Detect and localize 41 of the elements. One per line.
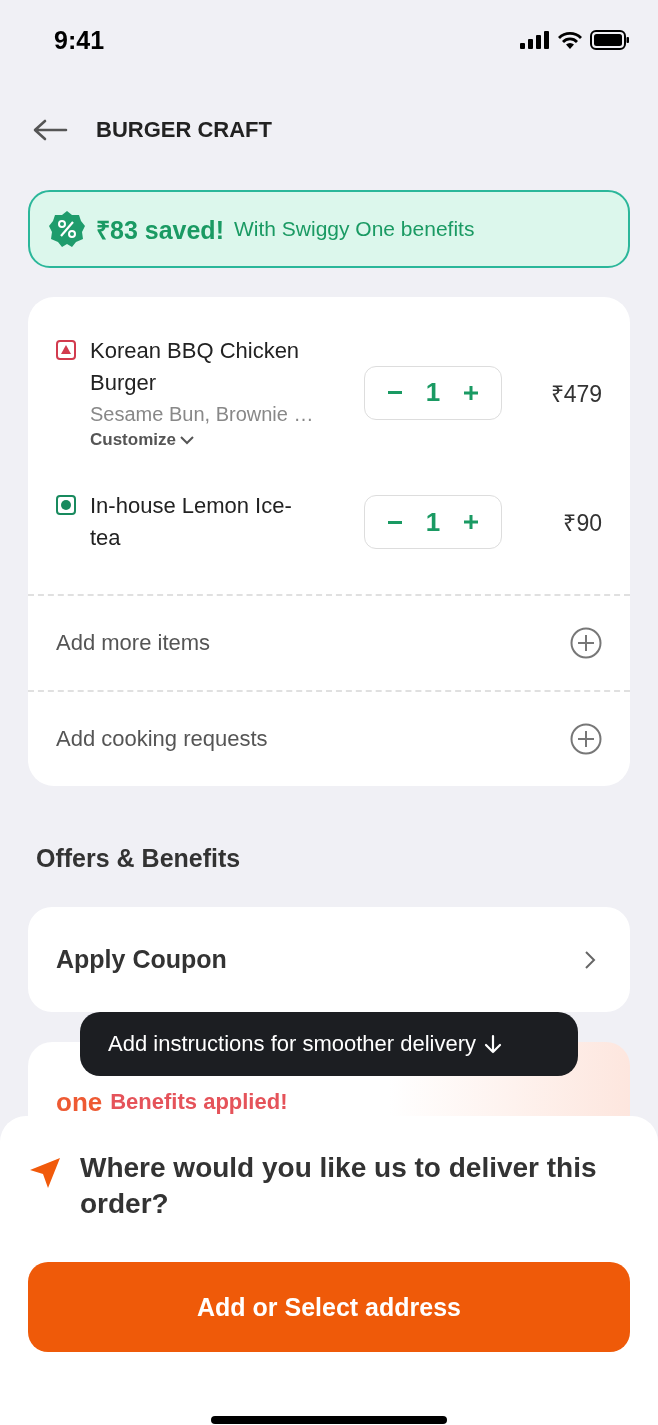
action-label: Add cooking requests: [56, 726, 268, 752]
location-arrow-icon: [28, 1156, 62, 1190]
discount-badge-icon: [48, 210, 86, 248]
status-time: 9:41: [54, 25, 105, 55]
item-price: ₹479: [549, 379, 602, 409]
restaurant-title: BURGER CRAFT: [96, 117, 272, 143]
cart-action-row[interactable]: Add cooking requests: [28, 690, 630, 786]
item-name: Korean BBQ Chicken Burger: [90, 337, 301, 397]
quantity-value: 1: [425, 377, 441, 408]
signal-icon: [520, 31, 550, 49]
customize-button[interactable]: Customize: [90, 430, 195, 450]
savings-amount: ₹83 saved!: [96, 215, 224, 246]
non-veg-icon: [56, 340, 76, 360]
quantity-value: 1: [425, 506, 441, 538]
savings-text: With Swiggy One benefits: [233, 217, 475, 241]
wifi-icon: [558, 31, 582, 49]
back-arrow-icon[interactable]: [32, 118, 68, 142]
plus-icon: [463, 384, 480, 401]
minus-icon: [386, 520, 403, 524]
action-label: Add more items: [56, 630, 211, 656]
veg-icon: [56, 495, 76, 515]
benefits-text: Benefits applied!: [110, 1090, 288, 1114]
arrow-down-icon: [484, 1034, 503, 1054]
one-logo: one: [56, 1090, 103, 1114]
item-price: ₹90: [562, 509, 602, 538]
tooltip-text: Add instructions for smoother delivery: [108, 1031, 477, 1057]
delivery-question: Where would you like us to deliver this order?: [80, 1151, 598, 1221]
item-name: In-house Lemon Ice-tea: [90, 492, 293, 552]
chevron-down-icon: [178, 435, 195, 445]
add-circle-icon: [570, 723, 602, 755]
chevron-right-icon: [584, 949, 596, 970]
coupon-label: Apply Coupon: [56, 945, 227, 974]
delivery-tooltip[interactable]: Add instructions for smoother delivery: [80, 1012, 578, 1076]
cart-action-row[interactable]: Add more items: [28, 594, 630, 690]
add-circle-icon: [570, 627, 602, 659]
item-details: Sesame Bun, Brownie …: [90, 403, 315, 426]
minus-icon: [386, 391, 403, 394]
battery-icon: [590, 30, 630, 50]
apply-coupon-row[interactable]: Apply Coupon: [28, 907, 630, 1012]
section-heading: Offers & Benefits: [36, 844, 241, 873]
plus-icon: [463, 514, 480, 530]
